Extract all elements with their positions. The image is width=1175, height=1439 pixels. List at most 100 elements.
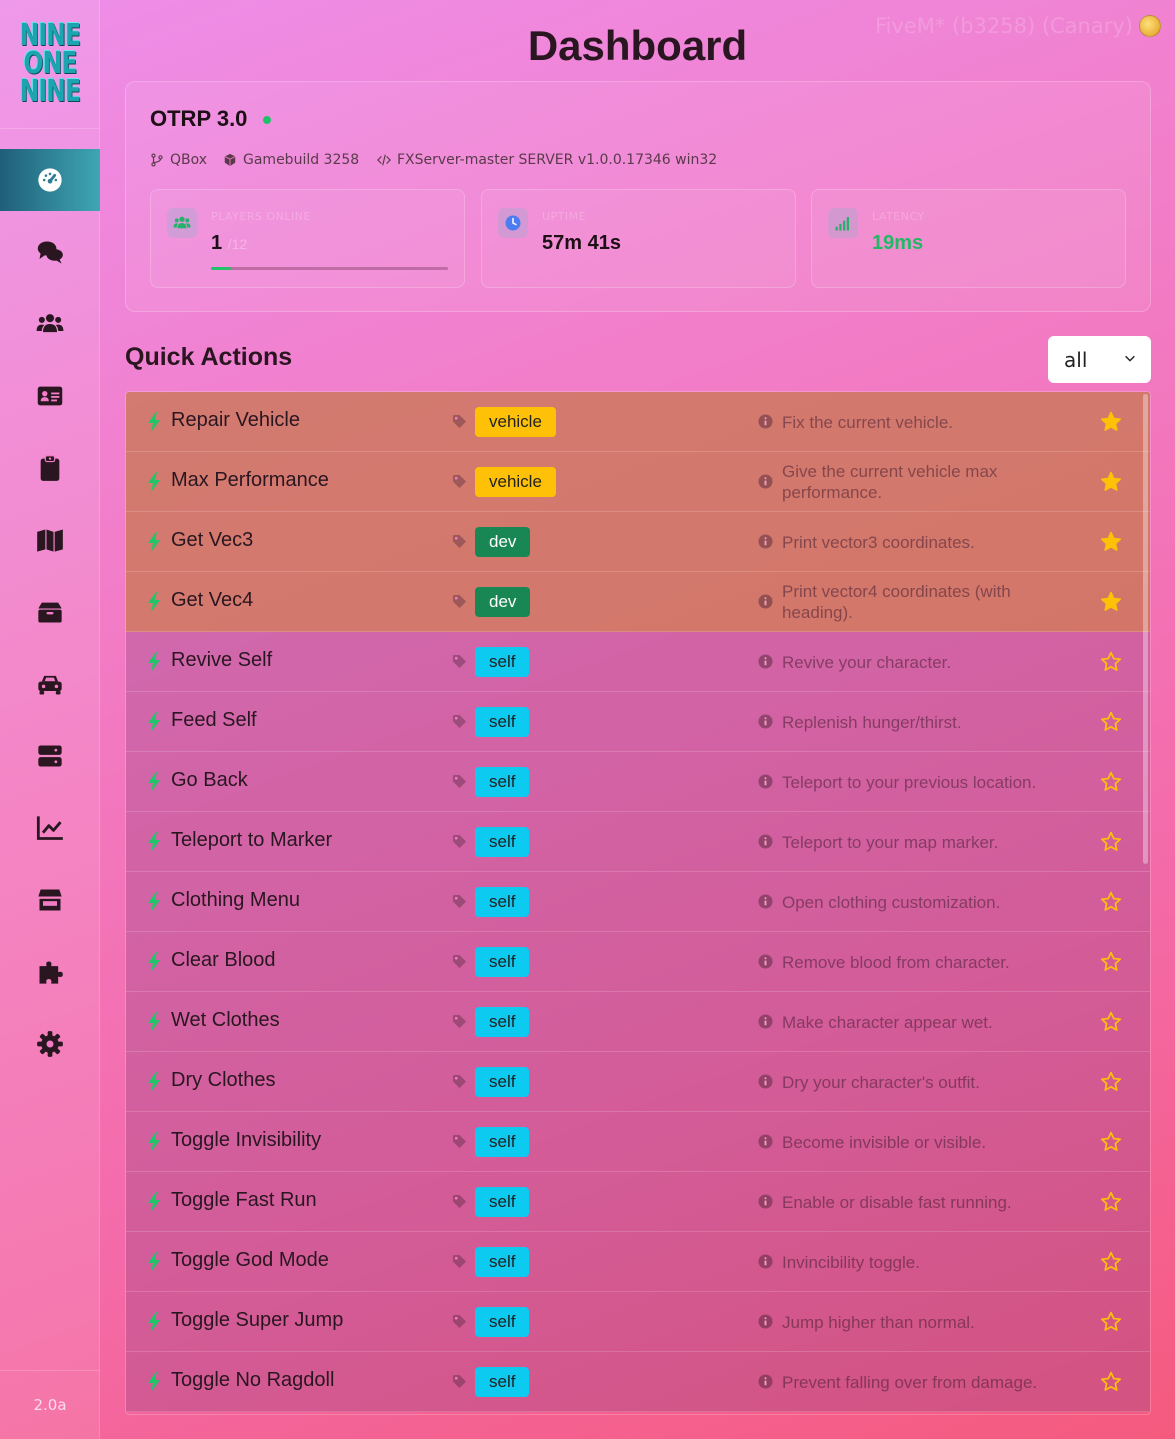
quick-action-description: Print vector3 coordinates. — [782, 532, 975, 552]
favorite-star-icon[interactable] — [1100, 771, 1122, 793]
users-icon — [36, 314, 64, 333]
quick-action-row[interactable]: Repair Vehicle vehicle Fix the current v… — [126, 392, 1150, 452]
tag-icon — [452, 594, 467, 609]
quick-action-label: Toggle Invisibility — [171, 1129, 322, 1151]
quick-action-row[interactable]: Feed Self self Replenish hunger/thirst. — [126, 692, 1150, 752]
quick-action-row[interactable]: Toggle Fast Run self Enable or disable f… — [126, 1172, 1150, 1232]
sidebar-item-map[interactable] — [0, 509, 100, 571]
sidebar-item-id-card[interactable] — [0, 365, 100, 427]
players-progress-bar — [211, 267, 448, 270]
quick-action-row[interactable]: Dry Clothes self Dry your character's ou… — [126, 1052, 1150, 1112]
framework-label: QBox — [170, 152, 208, 168]
quick-action-row[interactable]: Toggle No Ragdoll self Prevent falling o… — [126, 1352, 1150, 1412]
quick-action-row[interactable]: Clear Blood self Remove blood from chara… — [126, 932, 1150, 992]
avatar[interactable] — [1139, 15, 1161, 37]
sidebar-item-plugins[interactable] — [0, 941, 100, 1003]
puzzle-icon — [39, 961, 63, 984]
info-circle-icon — [758, 414, 773, 429]
quick-action-row[interactable]: Toggle Super Jump self Jump higher than … — [126, 1292, 1150, 1352]
bolt-icon — [148, 772, 160, 792]
quick-action-label: Toggle God Mode — [171, 1249, 329, 1271]
sidebar-item-inventory[interactable] — [0, 581, 100, 643]
quick-actions-scrollbar[interactable] — [1143, 394, 1148, 864]
quick-action-row[interactable]: Revive Self self Revive your character. — [126, 632, 1150, 692]
favorite-star-icon[interactable] — [1100, 411, 1122, 433]
favorite-star-icon[interactable] — [1100, 1191, 1122, 1213]
sidebar-item-stats[interactable] — [0, 797, 100, 859]
quick-action-tag-badge: vehicle — [475, 467, 556, 497]
tag-icon — [452, 414, 467, 429]
fxserver-label: FXServer-master SERVER v1.0.0.17346 win3… — [397, 152, 718, 168]
bolt-icon — [148, 1132, 160, 1152]
sidebar-item-store[interactable] — [0, 869, 100, 931]
tag-icon — [452, 954, 467, 969]
tag-icon — [452, 1314, 467, 1329]
clipboard-icon — [40, 455, 60, 481]
favorite-star-icon[interactable] — [1100, 531, 1122, 553]
quick-action-label: Teleport to Marker — [171, 829, 333, 851]
quick-action-row[interactable]: Get Vec3 dev Print vector3 coordinates. — [126, 512, 1150, 572]
sidebar-item-vehicles[interactable] — [0, 653, 100, 715]
quick-action-row[interactable]: Get Vec4 dev Print vector4 coordinates (… — [126, 572, 1150, 632]
sidebar-item-chat[interactable] — [0, 221, 100, 283]
latency-stat-icon-box — [828, 208, 858, 238]
favorite-star-icon[interactable] — [1100, 471, 1122, 493]
favorite-star-icon[interactable] — [1100, 1011, 1122, 1033]
quick-action-row[interactable]: Teleport to Marker self Teleport to your… — [126, 812, 1150, 872]
quick-action-label: Max Performance — [171, 469, 329, 491]
quick-action-description: Revive your character. — [782, 652, 952, 672]
quick-actions-list: Repair Vehicle vehicle Fix the current v… — [125, 391, 1151, 1415]
bolt-icon — [148, 952, 160, 972]
favorite-star-icon[interactable] — [1100, 1311, 1122, 1333]
sidebar-divider — [0, 128, 100, 129]
favorite-star-icon[interactable] — [1100, 1251, 1122, 1273]
favorite-star-icon[interactable] — [1100, 1371, 1122, 1393]
latency-stat: LATENCY 19ms — [811, 189, 1126, 288]
favorite-star-icon[interactable] — [1100, 1131, 1122, 1153]
quick-actions-title: Quick Actions — [125, 343, 293, 371]
sidebar-item-dashboard[interactable] — [0, 149, 100, 211]
favorite-star-icon[interactable] — [1100, 831, 1122, 853]
tag-icon — [452, 1254, 467, 1269]
quick-action-row[interactable]: Toggle God Mode self Invincibility toggl… — [126, 1232, 1150, 1292]
info-circle-icon — [758, 894, 773, 909]
gamebuild-info: Gamebuild 3258 — [223, 152, 359, 168]
cube-icon — [224, 153, 236, 167]
quick-action-description: Open clothing customization. — [782, 892, 1001, 912]
bolt-icon — [148, 1312, 160, 1332]
info-circle-icon — [758, 1134, 773, 1149]
sidebar-item-settings[interactable] — [0, 1013, 100, 1075]
quick-action-row[interactable]: Toggle Invisibility self Become invisibl… — [126, 1112, 1150, 1172]
sidebar-item-clipboard[interactable] — [0, 437, 100, 499]
tag-icon — [452, 474, 467, 489]
favorite-star-icon[interactable] — [1100, 591, 1122, 613]
quick-action-label: Wet Clothes — [171, 1009, 280, 1031]
info-circle-icon — [758, 1254, 773, 1269]
quick-action-tag-badge: self — [475, 1067, 530, 1097]
server-name: OTRP 3.0 — [150, 106, 248, 131]
favorite-star-icon[interactable] — [1100, 651, 1122, 673]
quick-action-tag-badge: self — [475, 827, 530, 857]
quick-actions-filter-select[interactable]: all — [1048, 336, 1151, 383]
favorite-star-icon[interactable] — [1100, 1071, 1122, 1093]
favorite-star-icon[interactable] — [1100, 711, 1122, 733]
quick-action-row[interactable]: Go Back self Teleport to your previous l… — [126, 752, 1150, 812]
quick-action-row[interactable]: Wet Clothes self Make character appear w… — [126, 992, 1150, 1052]
favorite-star-icon[interactable] — [1100, 951, 1122, 973]
tag-icon — [452, 1014, 467, 1029]
sidebar-item-server[interactable] — [0, 725, 100, 787]
tag-icon — [452, 534, 467, 549]
quick-action-description: Give the current vehicle max performance… — [782, 462, 998, 502]
bolt-icon — [148, 712, 160, 732]
quick-action-description: Fix the current vehicle. — [782, 412, 954, 432]
sidebar: NINE ONE NINE 2.0a — [0, 0, 100, 1439]
quick-action-row[interactable]: Max Performance vehicle Give the current… — [126, 452, 1150, 512]
quick-action-label: Get Vec4 — [171, 589, 254, 611]
info-circle-icon — [758, 1314, 773, 1329]
bolt-icon — [148, 1372, 160, 1392]
sidebar-item-players[interactable] — [0, 293, 100, 355]
favorite-star-icon[interactable] — [1100, 891, 1122, 913]
bolt-icon — [148, 1192, 160, 1212]
bolt-icon — [148, 1252, 160, 1272]
quick-action-row[interactable]: Clothing Menu self Open clothing customi… — [126, 872, 1150, 932]
